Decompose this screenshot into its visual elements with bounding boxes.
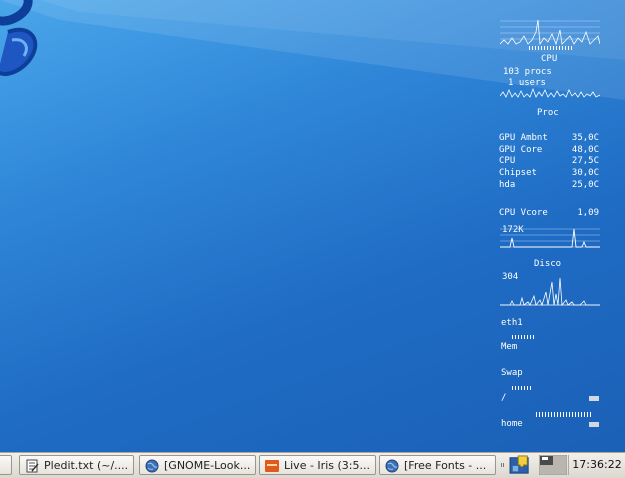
home-fs-label: home — [501, 419, 523, 429]
sensor-name: hda — [499, 180, 516, 190]
proc-graph — [500, 87, 600, 98]
task-label: [Free Fonts - ... — [404, 459, 487, 472]
taskbar-button-gnome-look[interactable]: [GNOME-Look... — [139, 455, 256, 475]
sensor-row: GPU Ambnt 35,0C — [499, 133, 599, 144]
sensor-name: GPU Ambnt — [499, 133, 548, 143]
task-label: [GNOME-Look... — [164, 459, 251, 472]
swap-bar — [512, 386, 531, 390]
mem-label: Mem — [501, 342, 518, 352]
sensor-value: 27,5C — [571, 156, 599, 166]
sensor-value: 30,0C — [571, 168, 599, 178]
vcore-value: 1,09 — [577, 208, 599, 218]
sensor-value: 35,0C — [571, 133, 599, 143]
taskbar-button-window[interactable] — [0, 455, 12, 475]
globe-icon — [385, 459, 399, 473]
taskbar-button-free-fonts[interactable]: [Free Fonts - ... — [379, 455, 496, 475]
globe-icon — [145, 459, 159, 473]
taskbar: Pledit.txt (~/.... [GNOME-Look... Live -… — [0, 452, 625, 478]
cpu-bar — [529, 46, 572, 50]
vcore-row: CPU Vcore 1,09 — [499, 208, 599, 219]
puzzle-applet-icon[interactable] — [508, 455, 532, 475]
proc-label: Proc — [537, 108, 559, 118]
root-fs-bar — [589, 396, 599, 401]
desktop: CPU 103 procs 1 users Proc GPU Ambnt 35,… — [0, 0, 625, 452]
taskbar-button-pledit[interactable]: Pledit.txt (~/.... — [19, 455, 134, 475]
taskbar-button-live-iris[interactable]: Live - Iris (3:5... — [259, 455, 376, 475]
text-editor-icon — [26, 459, 39, 473]
vcore-label: CPU Vcore — [499, 208, 548, 218]
sensor-row: GPU Core 48,0C — [499, 145, 599, 156]
disk-graph — [500, 228, 600, 248]
clock[interactable]: 17:36:22 — [568, 455, 625, 475]
sensor-name: Chipset — [499, 168, 537, 178]
tray-handle-icon[interactable] — [500, 455, 506, 475]
cpu-label: CPU — [541, 54, 558, 64]
root-fs-label: / — [501, 393, 507, 403]
system-monitor: CPU 103 procs 1 users Proc GPU Ambnt 35,… — [499, 0, 603, 452]
media-player-icon — [265, 460, 279, 472]
workspace-switcher-icon[interactable] — [539, 455, 567, 475]
task-label: Pledit.txt (~/.... — [44, 459, 129, 472]
procs-count: 103 procs — [503, 67, 552, 77]
sensor-name: GPU Core — [499, 145, 543, 155]
home-fs-bar-top — [536, 412, 591, 417]
home-fs-bar — [589, 422, 599, 427]
swap-label: Swap — [501, 368, 523, 378]
network-graph — [500, 277, 600, 306]
desktop-logo-icon[interactable] — [0, 0, 48, 96]
net-iface: eth1 — [501, 318, 523, 328]
sensor-value: 48,0C — [571, 145, 599, 155]
disk-label: Disco — [534, 259, 562, 269]
sensor-row: CPU 27,5C — [499, 156, 599, 167]
sensor-value: 25,0C — [571, 180, 599, 190]
task-label: Live - Iris (3:5... — [284, 459, 370, 472]
sensor-name: CPU — [499, 156, 516, 166]
sensor-row: Chipset 30,0C — [499, 168, 599, 179]
sensor-row: hda 25,0C — [499, 180, 599, 191]
cpu-graph — [500, 19, 600, 45]
net-bar — [512, 335, 534, 339]
